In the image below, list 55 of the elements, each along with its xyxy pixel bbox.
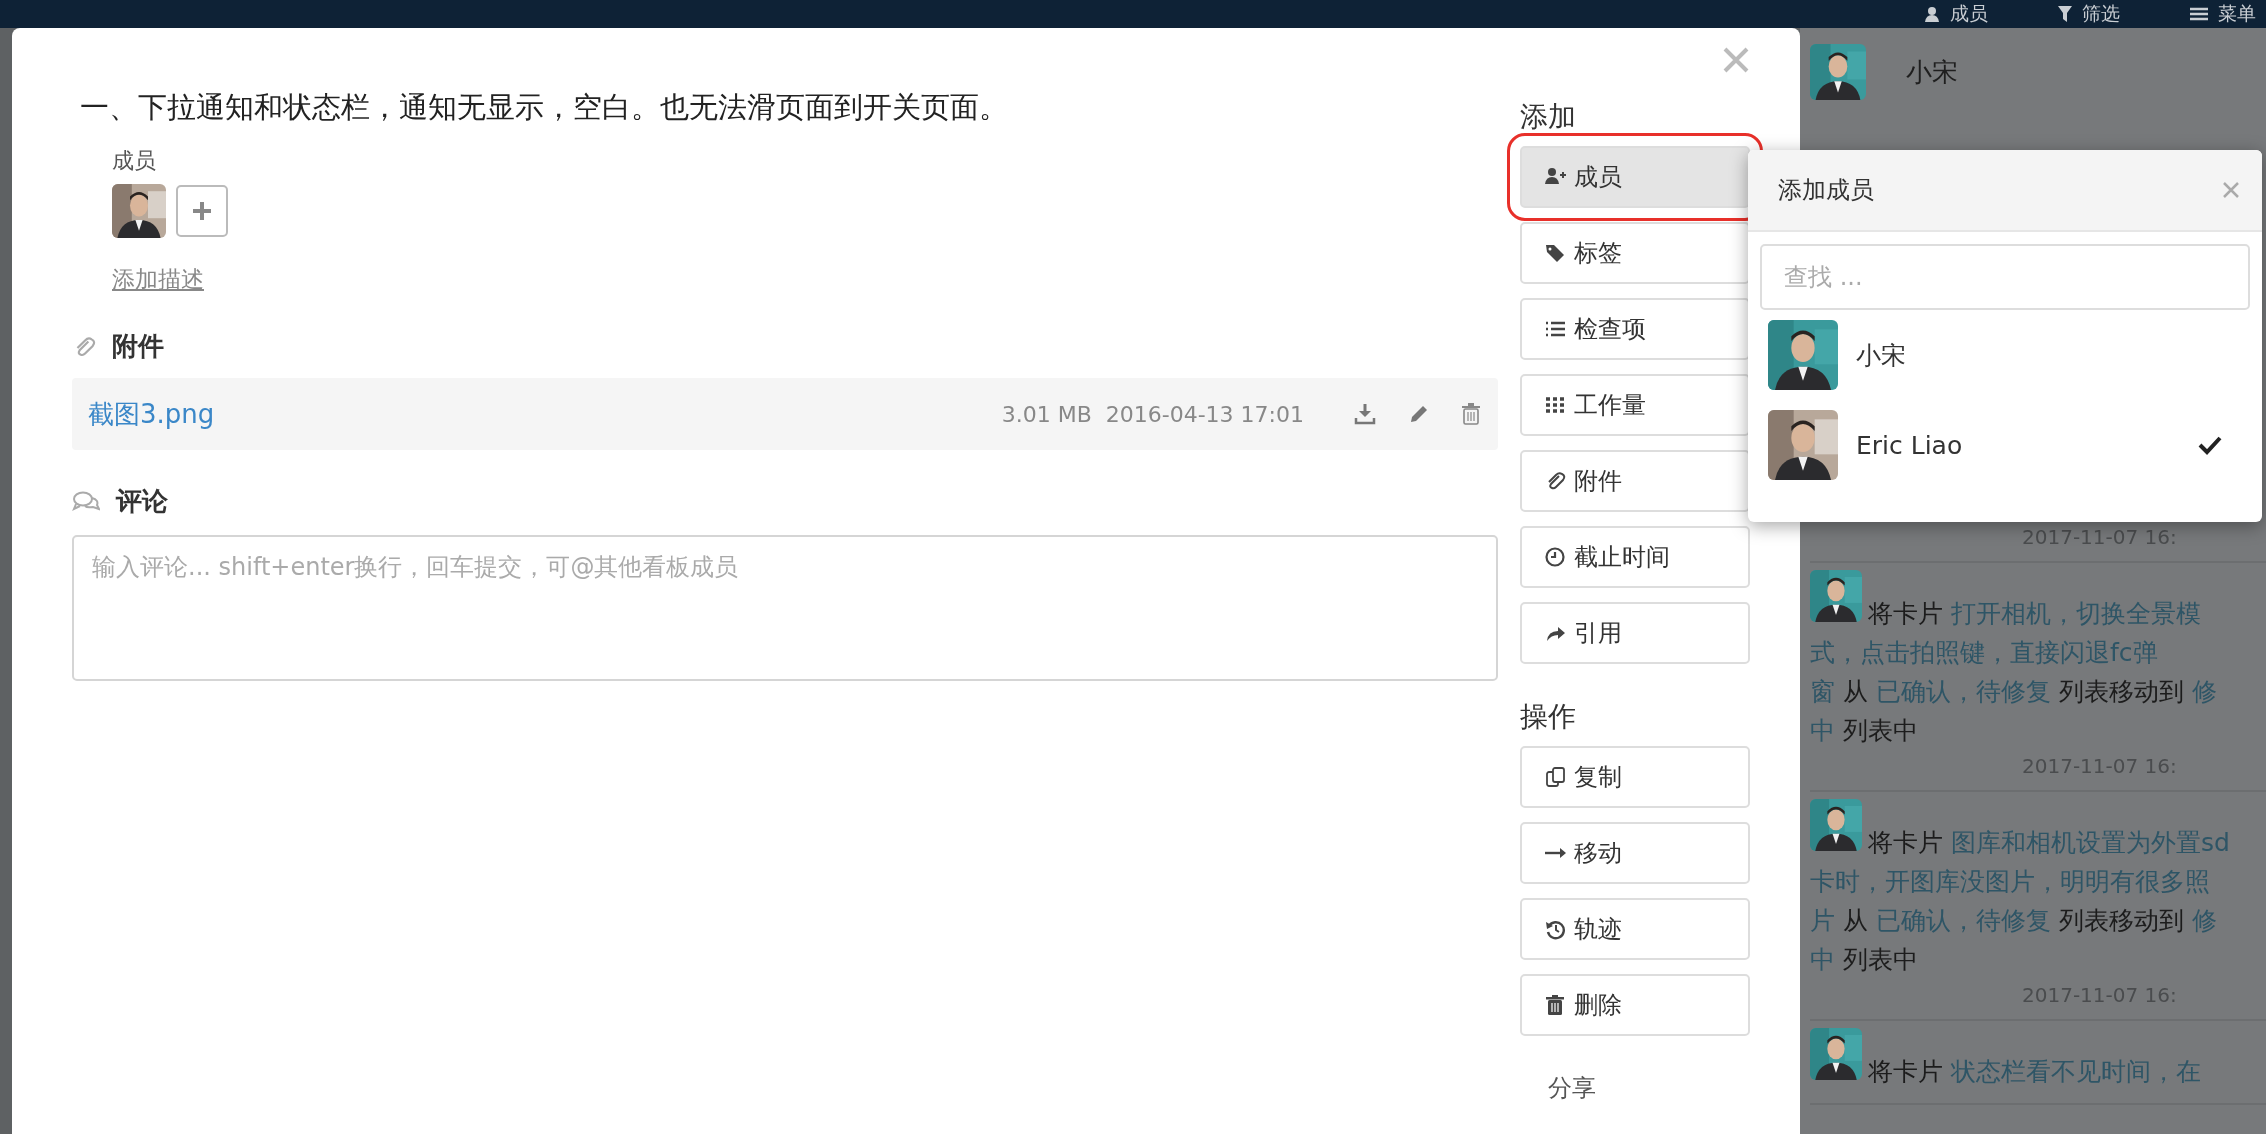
member-option[interactable]: Eric Liao bbox=[1748, 400, 2262, 490]
toolbar-button[interactable]: 筛选 bbox=[2058, 1, 2120, 27]
members-label: 成员 bbox=[112, 147, 157, 175]
sidebar-button[interactable]: 检查项 bbox=[1520, 298, 1750, 360]
section-heading: 评论 bbox=[116, 485, 168, 518]
activity-text: 列表移动到 bbox=[2059, 677, 2184, 706]
sidebar-button[interactable]: 删除 bbox=[1520, 974, 1750, 1036]
sidebar-button[interactable]: 移动 bbox=[1520, 822, 1750, 884]
sidebar-button[interactable]: 附件 bbox=[1520, 450, 1750, 512]
file-meta: 3.01 MB 2016-04-13 17:01 bbox=[1001, 401, 1304, 427]
sidebar-button[interactable]: 标签 bbox=[1520, 222, 1750, 284]
section-heading: 附件 bbox=[112, 330, 164, 363]
activity-text: 列表中 bbox=[1843, 716, 1918, 745]
toolbar-button[interactable]: 菜单 bbox=[2190, 1, 2256, 27]
add-member-button[interactable] bbox=[176, 185, 228, 237]
download-icon[interactable] bbox=[1354, 403, 1376, 425]
activity-text: 将卡片 bbox=[1868, 827, 1943, 859]
popup-title: 添加成员 bbox=[1778, 175, 1874, 206]
card-title: 一、下拉通知和状态栏，通知无显示，空白。也无法滑页面到开关页面。 bbox=[80, 89, 1009, 126]
speech-bubbles-icon bbox=[72, 489, 100, 514]
search-field[interactable]: 查找 ... bbox=[1760, 244, 2250, 310]
share-link[interactable]: 分享 bbox=[1548, 1072, 1750, 1104]
activity-text: 将卡片 bbox=[1868, 598, 1943, 630]
history-icon bbox=[1544, 918, 1566, 940]
tag-icon bbox=[1544, 242, 1566, 264]
sidebar-button[interactable]: 引用 bbox=[1520, 602, 1750, 664]
member-option[interactable]: 小宋 bbox=[1748, 310, 2262, 400]
menu-icon bbox=[2190, 6, 2208, 22]
trash-icon[interactable] bbox=[1462, 403, 1480, 425]
sidebar-button[interactable]: 工作量 bbox=[1520, 374, 1750, 436]
filter-icon bbox=[2058, 6, 2072, 22]
sidebar-button[interactable]: 复制 bbox=[1520, 746, 1750, 808]
sidebar-button[interactable]: 轨迹 bbox=[1520, 898, 1750, 960]
add-description-link[interactable]: 添加描述 bbox=[112, 264, 204, 295]
activity-text: 将卡片 bbox=[1868, 1056, 1943, 1088]
comment-field[interactable]: 输入评论... shift+enter换行，回车提交，可@其他看板成员 bbox=[72, 535, 1498, 681]
section-heading: 操作 bbox=[1520, 699, 1577, 735]
copy-icon bbox=[1544, 766, 1566, 788]
section-heading: 添加 bbox=[1520, 99, 1577, 135]
activity-text: 列表中 bbox=[1843, 945, 1918, 974]
member-name: 小宋 bbox=[1906, 55, 1958, 89]
activity-text: 从 bbox=[1843, 906, 1868, 935]
clock-icon bbox=[1544, 546, 1566, 568]
activity-text: 列表移动到 bbox=[2059, 906, 2184, 935]
toolbar-button[interactable]: 成员 bbox=[1924, 1, 1988, 27]
close-icon[interactable] bbox=[1722, 46, 1750, 74]
sidebar-button[interactable]: 截止时间 bbox=[1520, 526, 1750, 588]
trash-icon bbox=[1544, 994, 1566, 1016]
pencil-icon[interactable] bbox=[1408, 403, 1430, 425]
activity-text: 从 bbox=[1843, 677, 1868, 706]
user-icon bbox=[1924, 6, 1940, 22]
file-link[interactable]: 截图3.png bbox=[88, 396, 215, 432]
grid-icon bbox=[1544, 394, 1566, 416]
plus-icon bbox=[191, 200, 213, 222]
close-icon[interactable] bbox=[2222, 181, 2240, 199]
